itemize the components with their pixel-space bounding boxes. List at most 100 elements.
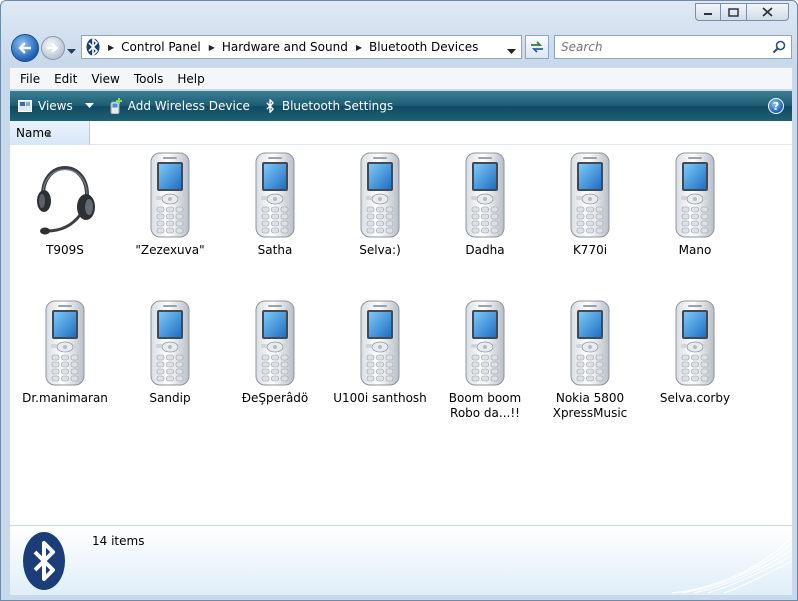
bluetooth-settings-label: Bluetooth Settings [281, 99, 394, 113]
phone-icon [540, 145, 640, 238]
phone-icon [225, 145, 325, 238]
column-header-row: Name ▲ [10, 121, 792, 145]
breadcrumb-separator-icon: ▶ [108, 42, 115, 52]
breadcrumb-control-panel[interactable]: Control Panel [121, 40, 201, 54]
help-button[interactable]: ? [768, 98, 784, 114]
phone-icon [15, 293, 115, 386]
address-row: ▶ Control Panel ▶ Hardware and Sound ▶ B… [1, 31, 797, 65]
bluetooth-icon [266, 99, 274, 113]
device-name: T909S [46, 243, 84, 257]
menu-tools[interactable]: Tools [134, 72, 164, 86]
device-name: ĐeŞperâdö [241, 391, 309, 405]
phone-icon [330, 293, 430, 386]
breadcrumb-separator-icon: ▶ [355, 42, 362, 52]
device-name: Selva.corby [659, 391, 731, 405]
caption-buttons [695, 3, 789, 21]
column-header-name[interactable]: Name ▲ [10, 121, 90, 145]
device-name: Sandip [149, 391, 191, 405]
menu-view[interactable]: View [91, 72, 119, 86]
device-item[interactable]: Dadha [435, 145, 535, 258]
breadcrumb-separator-icon: ▶ [208, 42, 215, 52]
device-name: Satha [257, 243, 293, 257]
command-bar: Views Add Wireless Device Bluetooth Sett… [10, 91, 792, 121]
device-item[interactable]: Sandip [120, 293, 220, 406]
phone-icon [330, 145, 430, 238]
menu-help[interactable]: Help [177, 72, 204, 86]
add-device-icon [110, 98, 122, 114]
add-wireless-device-button[interactable]: Add Wireless Device [108, 98, 250, 114]
add-wireless-device-label: Add Wireless Device [127, 99, 250, 113]
device-list: T909S "Zezexuva" Satha Selva:) Dadha K770i Man… [10, 145, 792, 525]
arrow-left-icon [18, 42, 31, 54]
bluetooth-icon [86, 38, 100, 56]
device-name: K770i [572, 243, 608, 257]
device-item[interactable]: Selva:) [330, 145, 430, 258]
refresh-icon [531, 41, 543, 53]
phone-icon [120, 293, 220, 386]
menu-file[interactable]: File [20, 72, 40, 86]
recent-pages-dropdown[interactable] [67, 44, 76, 58]
device-name: Mano [678, 243, 712, 257]
menu-bar: File Edit View Tools Help [10, 67, 792, 89]
help-icon: ? [772, 99, 780, 113]
phone-icon [435, 293, 535, 386]
device-item[interactable]: Selva.corby [645, 293, 745, 406]
device-name: Nokia 5800 XpressMusic [552, 391, 628, 420]
device-item[interactable]: Mano [645, 145, 745, 258]
arrow-right-icon [47, 43, 59, 53]
phone-icon [645, 293, 745, 386]
breadcrumb-bluetooth-devices[interactable]: Bluetooth Devices [369, 40, 478, 54]
close-icon [762, 7, 773, 17]
device-item[interactable]: T909S [15, 145, 115, 258]
menu-edit[interactable]: Edit [54, 72, 77, 86]
search-icon [772, 40, 786, 54]
close-button[interactable] [747, 3, 789, 21]
device-item[interactable]: K770i [540, 145, 640, 258]
maximize-icon [728, 7, 739, 17]
views-label: Views [38, 99, 73, 113]
bluetooth-logo-icon [23, 532, 65, 590]
address-dropdown-button[interactable] [507, 44, 516, 58]
device-name: Dadha [465, 243, 505, 257]
details-pane: 14 items [10, 525, 792, 595]
headset-icon [15, 145, 115, 237]
address-bar[interactable]: ▶ Control Panel ▶ Hardware and Sound ▶ B… [81, 35, 522, 59]
views-button[interactable]: Views [18, 99, 94, 113]
forward-button[interactable] [41, 36, 65, 60]
chevron-down-icon [507, 49, 516, 54]
device-name: U100i santhosh [333, 391, 427, 405]
views-icon [18, 100, 32, 112]
search-button[interactable] [772, 40, 786, 57]
chevron-down-icon [84, 103, 94, 108]
search-input[interactable] [561, 40, 761, 54]
explorer-window: ▶ Control Panel ▶ Hardware and Sound ▶ B… [0, 0, 798, 601]
device-name: Dr.manimaran [22, 391, 108, 405]
device-item[interactable]: Dr.manimaran [15, 293, 115, 406]
maximize-button[interactable] [721, 3, 747, 21]
phone-icon [120, 145, 220, 238]
phone-icon [540, 293, 640, 386]
search-box [554, 35, 792, 59]
minimize-icon [704, 13, 712, 15]
phone-icon [645, 145, 745, 238]
sort-ascending-icon: ▲ [46, 130, 52, 138]
minimize-button[interactable] [695, 3, 721, 21]
device-item[interactable]: Boom boom Robo da...!! [435, 293, 535, 421]
chevron-down-icon [67, 49, 76, 54]
device-item[interactable]: Nokia 5800 XpressMusic [540, 293, 640, 421]
phone-icon [225, 293, 325, 386]
bluetooth-settings-button[interactable]: Bluetooth Settings [264, 99, 393, 113]
decorative-swoosh [672, 536, 792, 594]
refresh-button[interactable] [525, 35, 549, 59]
device-item[interactable]: U100i santhosh [330, 293, 430, 406]
device-item[interactable]: "Zezexuva" [120, 145, 220, 258]
item-count: 14 items [92, 534, 145, 548]
device-item[interactable]: Satha [225, 145, 325, 258]
device-name: Boom boom Robo da...!! [448, 391, 522, 420]
device-name: "Zezexuva" [135, 243, 205, 257]
device-name: Selva:) [359, 243, 401, 257]
breadcrumb-hardware-and-sound[interactable]: Hardware and Sound [222, 40, 348, 54]
device-item[interactable]: ĐeŞperâdö [225, 293, 325, 406]
phone-icon [435, 145, 535, 238]
back-button[interactable] [11, 34, 39, 62]
